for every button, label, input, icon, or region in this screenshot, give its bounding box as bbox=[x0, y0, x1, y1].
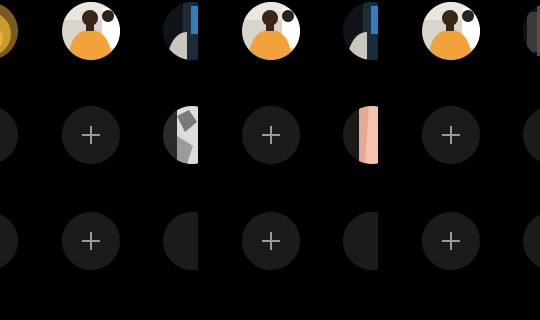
add-button[interactable] bbox=[242, 212, 300, 270]
add-button-partial-left[interactable] bbox=[0, 106, 18, 164]
photo-partial[interactable] bbox=[343, 106, 378, 164]
photo-image bbox=[163, 106, 198, 164]
add-button[interactable] bbox=[62, 106, 120, 164]
avatar-image bbox=[422, 2, 480, 60]
add-button[interactable] bbox=[242, 106, 300, 164]
avatar[interactable] bbox=[242, 2, 300, 60]
add-button-partial[interactable] bbox=[343, 212, 378, 270]
avatar-image bbox=[0, 2, 18, 60]
add-button[interactable] bbox=[422, 106, 480, 164]
add-button-partial[interactable] bbox=[163, 212, 198, 270]
add-button-partial-right[interactable] bbox=[523, 106, 540, 164]
avatar-partial[interactable] bbox=[343, 2, 378, 60]
avatar-image bbox=[163, 2, 198, 60]
photo-partial[interactable] bbox=[163, 106, 198, 164]
avatar[interactable] bbox=[422, 2, 480, 60]
avatar-image bbox=[343, 2, 378, 60]
add-button-partial-right[interactable] bbox=[523, 212, 540, 270]
avatar-partial-right[interactable] bbox=[523, 2, 540, 60]
avatar-image bbox=[242, 2, 300, 60]
add-button-partial-left[interactable] bbox=[0, 212, 18, 270]
avatar-partial[interactable] bbox=[163, 2, 198, 60]
avatar-image bbox=[523, 2, 540, 60]
avatar-image bbox=[62, 2, 120, 60]
add-button[interactable] bbox=[62, 212, 120, 270]
avatar[interactable] bbox=[62, 2, 120, 60]
avatar-partial-left[interactable] bbox=[0, 2, 18, 60]
photo-image bbox=[343, 106, 378, 164]
avatar-grid bbox=[0, 0, 540, 320]
add-button[interactable] bbox=[422, 212, 480, 270]
